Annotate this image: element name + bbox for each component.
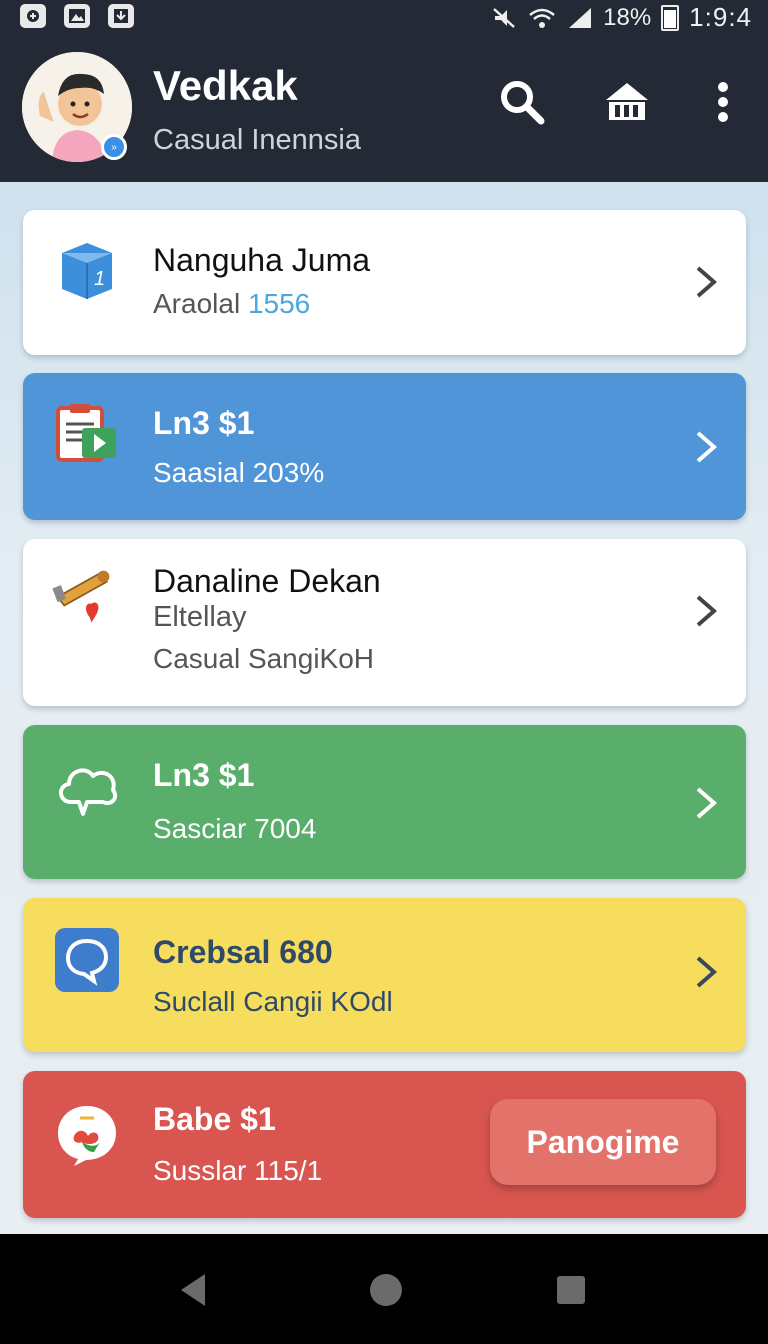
card-list: 1 Nanguha Juma Araolal 1556 Ln3 $1 Saasi… — [0, 182, 768, 1234]
battery-percent: 18% — [603, 3, 652, 31]
chevron-right-icon — [692, 952, 720, 992]
card-title: Crebsal 680 — [153, 934, 333, 970]
card-title: Ln3 $1 — [153, 405, 255, 441]
svg-text:1: 1 — [94, 268, 105, 290]
list-card[interactable]: Ln3 $1 Saasial 203% — [23, 373, 746, 520]
signal-icon — [569, 7, 592, 28]
system-nav-bar — [0, 1234, 768, 1344]
clock: 1:9:4 — [689, 2, 752, 32]
home-icon — [370, 1274, 402, 1306]
store-icon — [606, 83, 648, 120]
more-vert-icon — [718, 82, 728, 122]
clipboard-play-icon — [53, 399, 121, 467]
card-title: Danaline Dekan — [153, 563, 381, 599]
search-button[interactable] — [496, 76, 548, 128]
back-icon — [181, 1274, 205, 1306]
list-card[interactable]: Danaline Dekan Eltellay Casual SangiKoH — [23, 539, 746, 706]
more-options-button[interactable] — [697, 76, 749, 128]
panogime-button[interactable]: Panogime — [490, 1099, 716, 1185]
wifi-icon — [529, 8, 555, 28]
chevron-right-icon — [692, 591, 720, 631]
hammer-heart-icon — [49, 563, 117, 631]
card-title: Ln3 $1 — [153, 757, 255, 793]
card-subtitle: Casual SangiKoH — [153, 643, 375, 674]
recents-icon — [557, 1276, 585, 1304]
card-title: Nanguha Juma — [153, 242, 371, 278]
chevron-right-icon — [692, 783, 720, 823]
card-title: Babe $1 — [153, 1101, 276, 1137]
page-title: Vedkak — [153, 62, 298, 109]
chat-bubble-icon — [53, 926, 121, 994]
search-icon — [501, 81, 545, 125]
candy-bubble-icon — [53, 1101, 121, 1169]
list-card[interactable]: Babe $1 Susslar 115/1 Panogime — [23, 1071, 746, 1218]
list-card[interactable]: 1 Nanguha Juma Araolal 1556 — [23, 210, 746, 355]
app-header: 18% 1:9:4 » Vedkak Casual Inennsia — [0, 0, 768, 182]
card-subtitle: Susslar 115/1 — [153, 1155, 323, 1186]
card-line2: Eltellay — [153, 601, 247, 633]
battery-icon — [661, 4, 680, 31]
card-subtitle: Sasciar 7004 — [153, 813, 317, 844]
recents-button[interactable] — [551, 1270, 591, 1310]
avatar-badge-icon: » — [101, 134, 127, 160]
download-notification-icon — [108, 4, 134, 28]
card-subtitle: Suclall Cangii KOdl — [153, 986, 393, 1017]
cube-icon: 1 — [53, 236, 121, 304]
image-notification-icon — [64, 4, 90, 28]
list-card[interactable]: Ln3 $1 Sasciar 7004 — [23, 725, 746, 879]
chevron-right-icon — [692, 427, 720, 467]
home-button[interactable] — [366, 1270, 406, 1310]
back-button[interactable] — [172, 1270, 212, 1310]
page-subtitle: Casual Inennsia — [153, 124, 361, 156]
app-notification-icon — [20, 4, 46, 28]
status-bar: 18% 1:9:4 — [0, 0, 768, 34]
mute-icon — [493, 7, 515, 28]
store-button[interactable] — [601, 76, 653, 128]
chevron-right-icon — [692, 262, 720, 302]
list-card[interactable]: Crebsal 680 Suclall Cangii KOdl — [23, 898, 746, 1052]
card-subtitle: Araolal 1556 — [153, 288, 311, 319]
card-subtitle: Saasial 203% — [153, 457, 325, 488]
cloud-icon — [53, 755, 121, 823]
